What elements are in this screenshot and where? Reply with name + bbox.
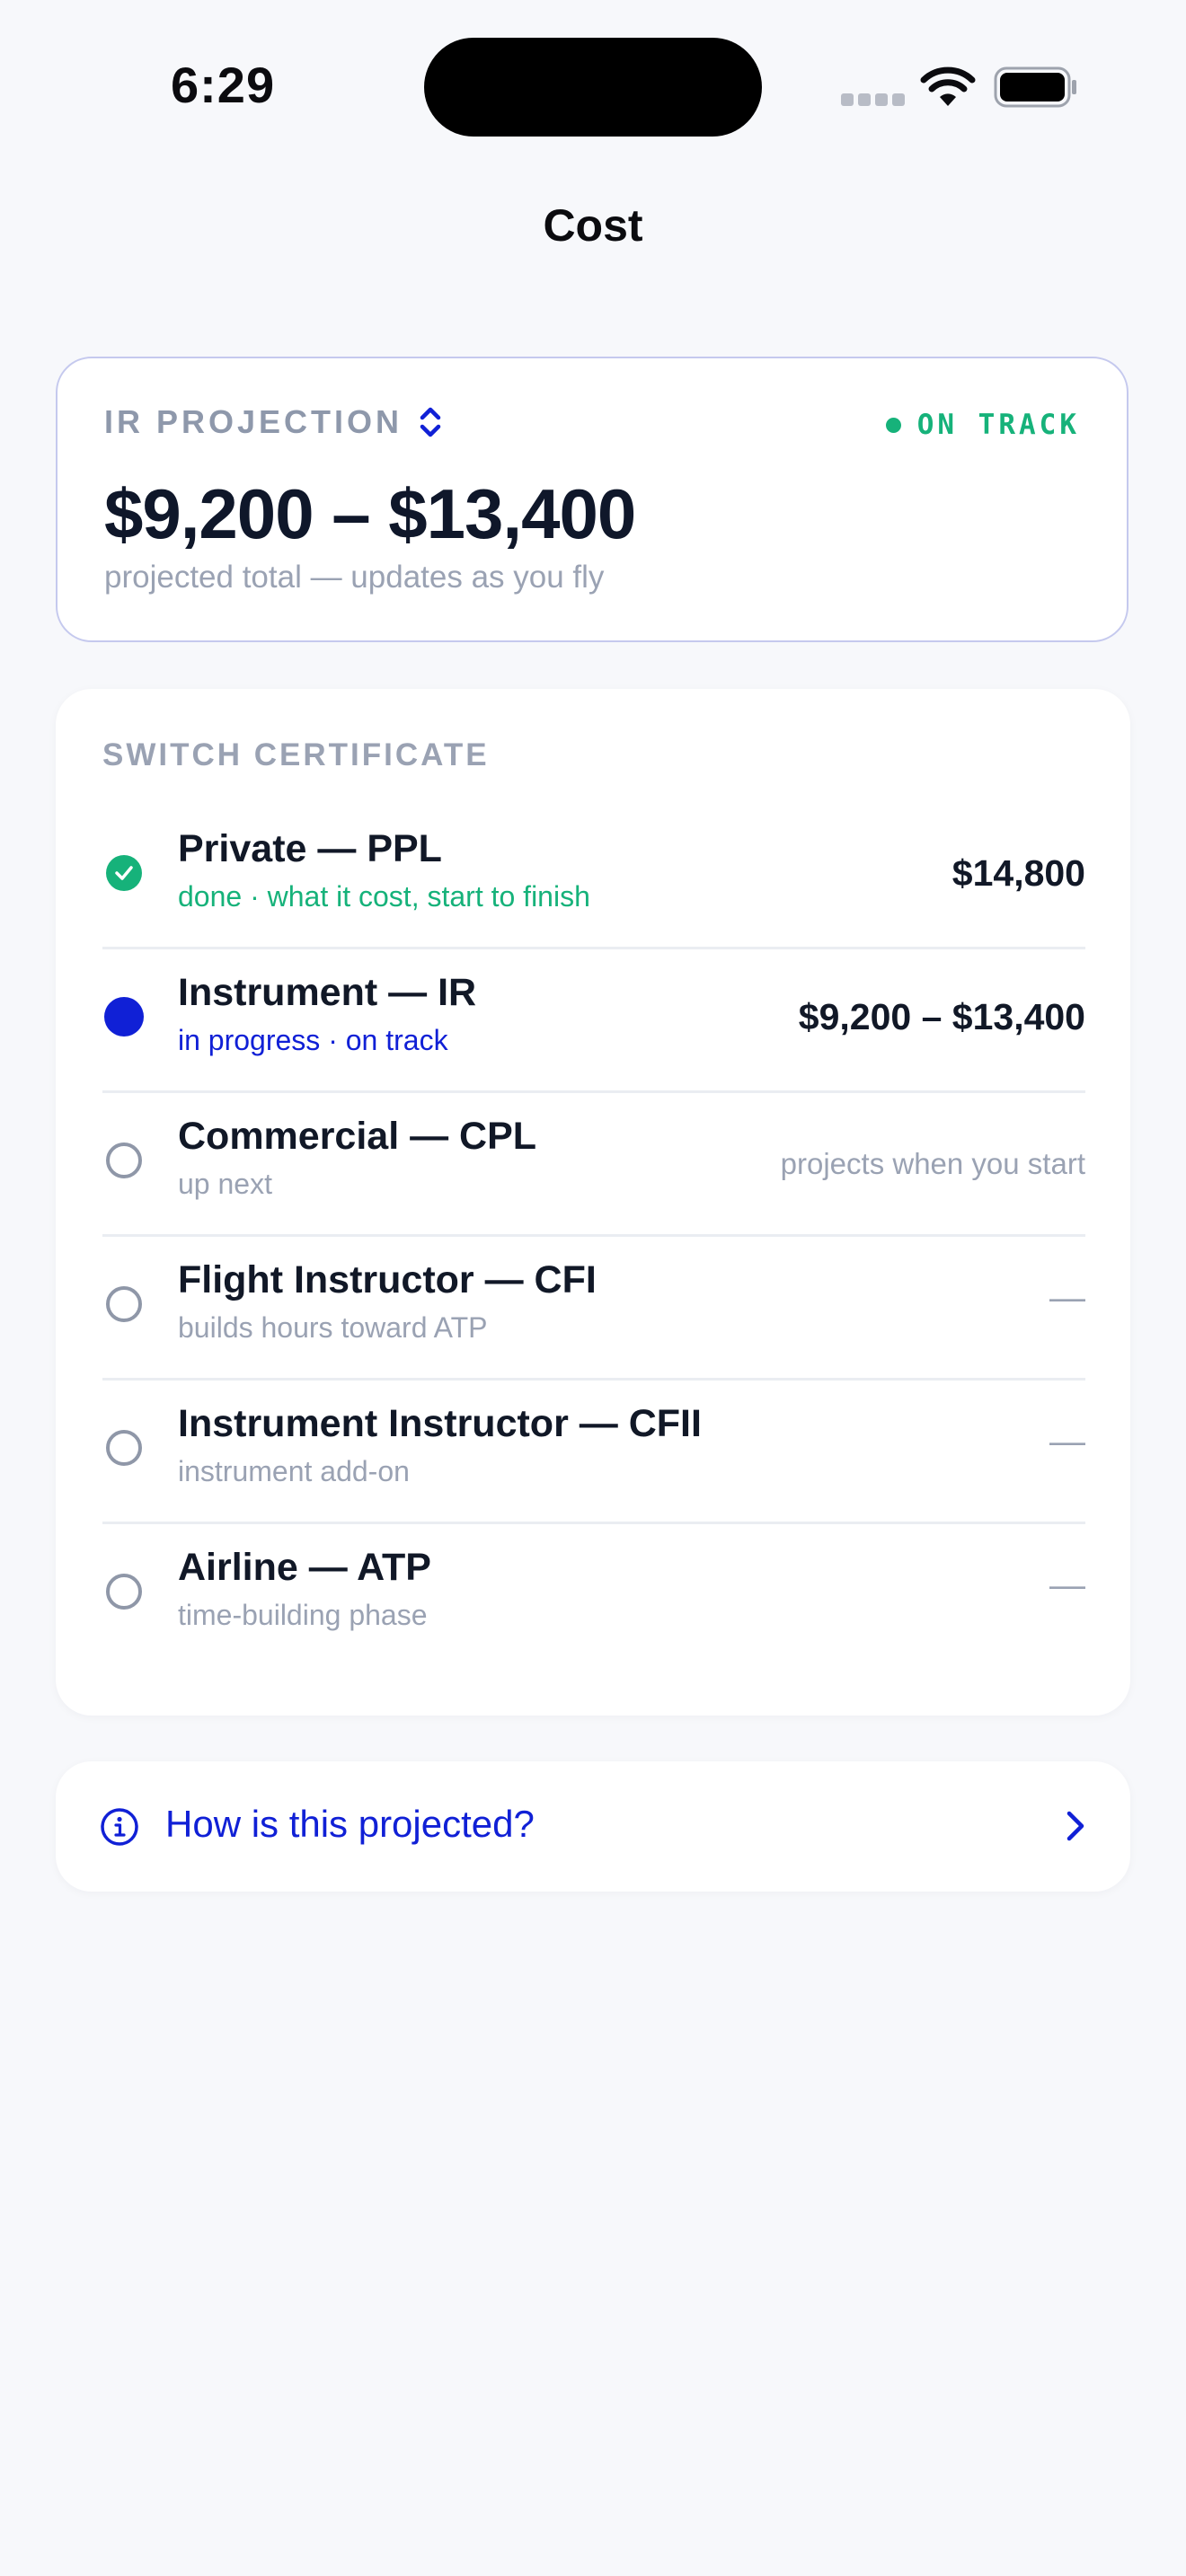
certificate-subtitle: time-building phase [178,1599,428,1631]
projection-picker[interactable]: IR PROJECTION [104,403,442,441]
check-circle-icon [106,855,142,891]
certificate-value: — [1049,1566,1085,1605]
certificate-list: Private — PPL done · what it cost, start… [102,806,1085,1668]
certificate-value: $9,200 – $13,400 [798,996,1085,1037]
certificate-value: projects when you start [780,1147,1085,1180]
status-badge: ON TRACK [885,409,1080,441]
chevron-right-icon [1067,1811,1084,1841]
status-time: 6:29 [171,57,276,113]
empty-radio-icon [106,1430,142,1466]
certificate-subtitle: builds hours toward ATP [178,1311,488,1344]
empty-radio-icon [106,1142,142,1178]
page-title: Cost [543,200,643,251]
certificate-row-ir[interactable]: Instrument — IR in progress · on track $… [102,949,1085,1093]
status-bar: 6:29 [0,0,1186,171]
certificate-card: SWITCH CERTIFICATE Private — PPL done · … [56,689,1130,1716]
how-projected-label: How is this projected? [165,1803,535,1845]
certificate-value: $14,800 [951,852,1085,894]
certificate-name: Airline — ATP [178,1546,431,1589]
certificate-name: Instrument — IR [178,971,477,1014]
certificate-value: — [1049,1278,1085,1318]
section-heading: SWITCH CERTIFICATE [102,737,490,772]
certificate-subtitle: done · what it cost, start to finish [178,880,590,913]
dynamic-island [424,38,762,137]
projection-card: IR PROJECTION ON TRACK $9,200 – $13,400 … [56,357,1128,642]
certificate-name: Commercial — CPL [178,1115,537,1158]
certificate-row-ppl[interactable]: Private — PPL done · what it cost, start… [102,806,1085,949]
certificate-name: Flight Instructor — CFI [178,1258,597,1301]
status-text: ON TRACK [916,409,1080,441]
selected-radio-icon [104,997,144,1037]
info-circle-icon [101,1808,138,1846]
certificate-subtitle: instrument add-on [178,1455,410,1487]
certificate-name: Private — PPL [178,827,442,870]
projected-amount: $9,200 – $13,400 [104,474,636,553]
certificate-subtitle: up next [178,1168,272,1200]
certificate-row-cfii[interactable]: Instrument Instructor — CFII instrument … [102,1381,1085,1524]
certificate-row-atp[interactable]: Airline — ATP time-building phase — [102,1524,1085,1668]
certificate-subtitle: in progress · on track [178,1024,448,1056]
certificate-row-cfi[interactable]: Flight Instructor — CFI builds hours tow… [102,1237,1085,1381]
chevron-up-down-icon [420,407,441,437]
battery-icon [994,66,1076,108]
projected-subtitle: projected total — updates as you fly [104,560,605,595]
wifi-icon [920,66,976,106]
certificate-row-cpl[interactable]: Commercial — CPL up next projects when y… [102,1093,1085,1237]
how-projected-link[interactable]: How is this projected? [56,1761,1130,1892]
empty-radio-icon [106,1574,142,1610]
certificate-value: — [1049,1422,1085,1461]
projection-label: IR PROJECTION [104,403,403,440]
empty-radio-icon [106,1286,142,1322]
cellular-signal-icon [841,93,905,106]
status-dot-icon [885,417,901,433]
certificate-name: Instrument Instructor — CFII [178,1402,702,1445]
